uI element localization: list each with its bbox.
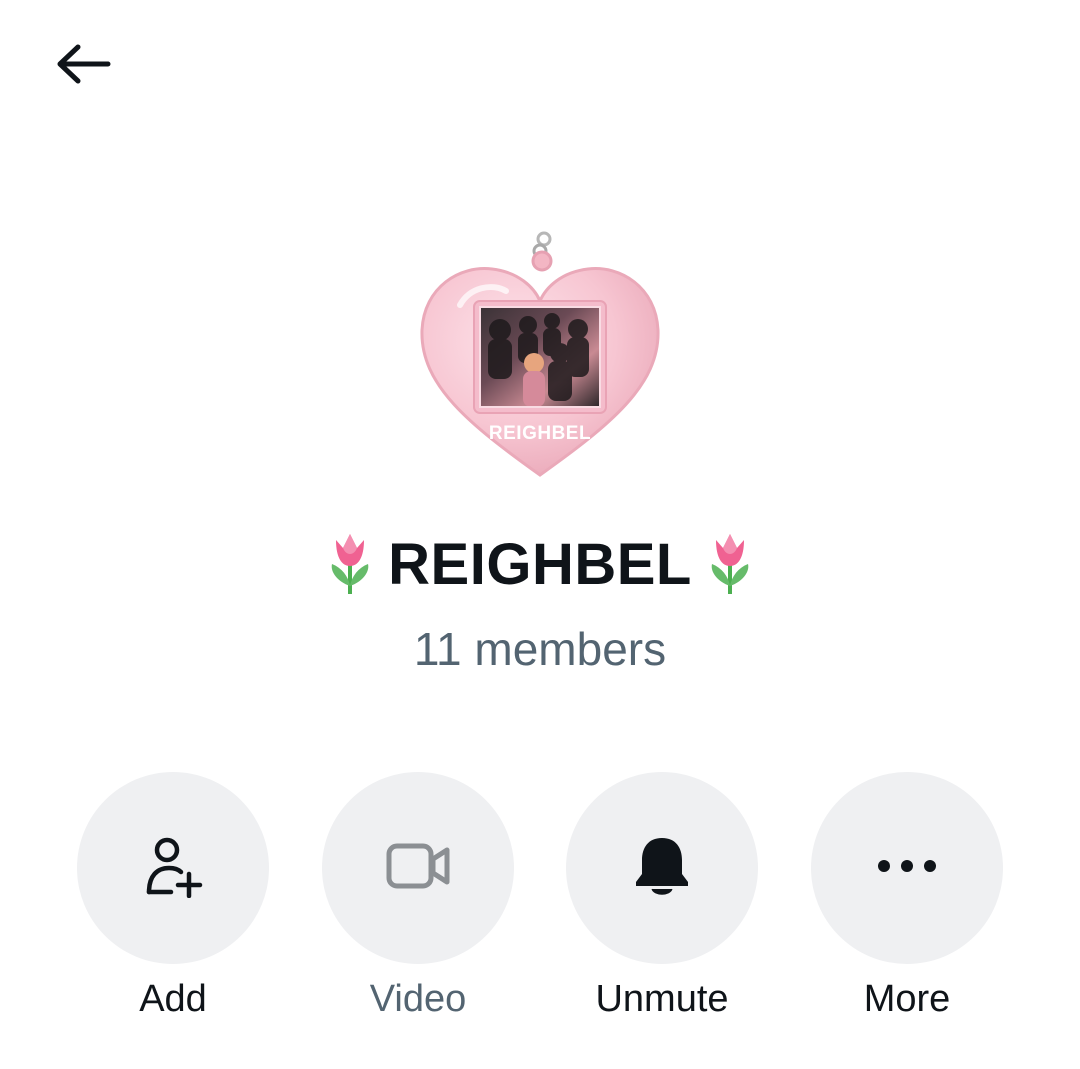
video-button-circle[interactable] bbox=[322, 772, 514, 964]
video-camera-icon bbox=[386, 842, 450, 895]
keychain-chain bbox=[531, 231, 553, 272]
group-avatar[interactable]: REIGHBEL bbox=[400, 225, 680, 495]
members-count[interactable]: 11 members bbox=[0, 622, 1080, 676]
arrow-left-icon bbox=[56, 44, 112, 89]
video-label: Video bbox=[369, 978, 467, 1020]
more-dots-icon bbox=[877, 859, 937, 878]
more-button-circle[interactable] bbox=[811, 772, 1003, 964]
tulip-emoji-left bbox=[324, 528, 376, 601]
avatar-brand-text: REIGHBEL bbox=[488, 423, 592, 444]
add-person-icon bbox=[141, 834, 205, 903]
group-name: REIGHBEL bbox=[388, 532, 692, 597]
action-bar: Add Video Unmute More bbox=[0, 772, 1080, 1032]
add-button[interactable]: Add bbox=[77, 772, 269, 1021]
unmute-button[interactable]: Unmute bbox=[566, 772, 758, 1021]
back-button[interactable] bbox=[48, 36, 120, 96]
more-label: More bbox=[863, 978, 951, 1020]
add-button-circle[interactable] bbox=[77, 772, 269, 964]
more-button[interactable]: More bbox=[811, 772, 1003, 1021]
group-title: REIGHBEL bbox=[0, 528, 1080, 601]
add-label: Add bbox=[139, 978, 207, 1020]
video-button[interactable]: Video bbox=[322, 772, 514, 1021]
bell-icon bbox=[632, 834, 692, 903]
unmute-button-circle[interactable] bbox=[566, 772, 758, 964]
unmute-label: Unmute bbox=[595, 978, 729, 1020]
tulip-emoji-right bbox=[704, 528, 756, 601]
